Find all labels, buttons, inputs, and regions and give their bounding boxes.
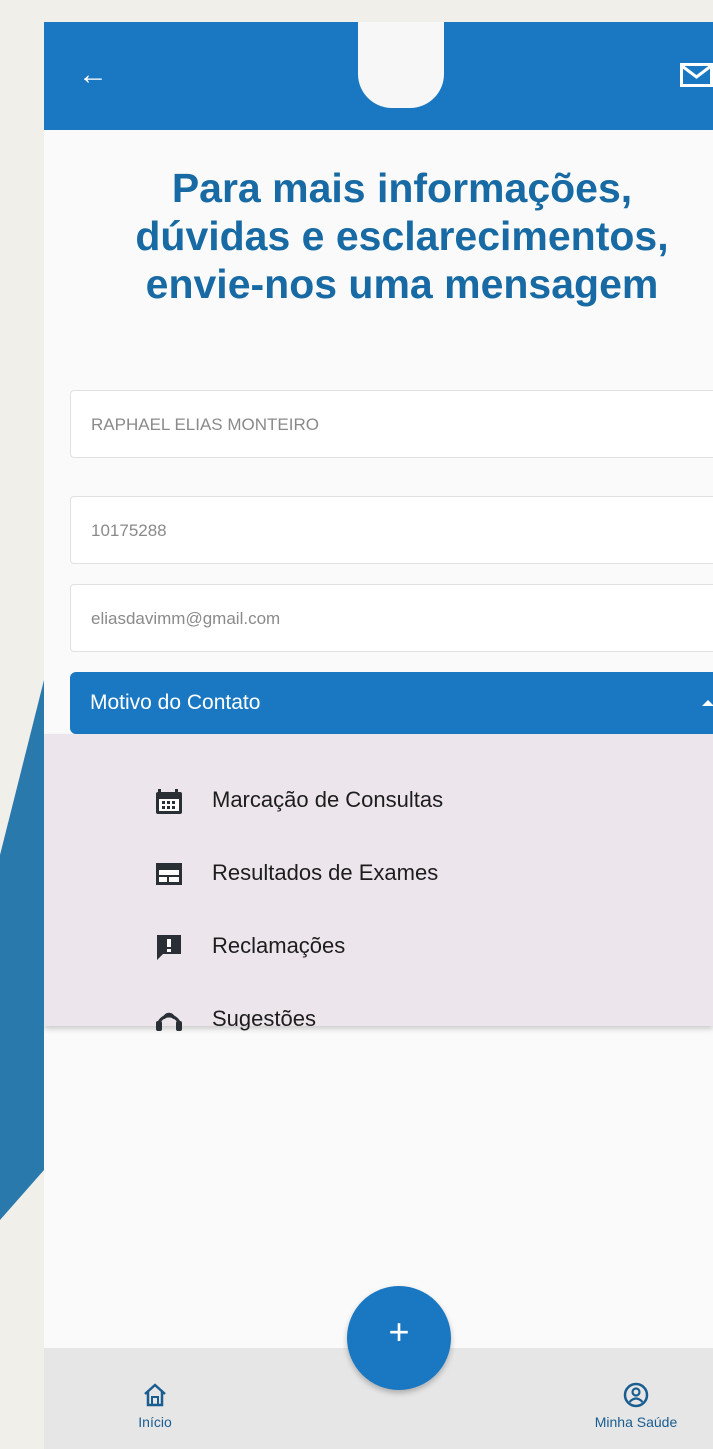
menu-item-label: Reclamações xyxy=(212,933,346,958)
email-input[interactable] xyxy=(89,585,693,653)
add-button[interactable]: + xyxy=(347,1286,451,1390)
email-field[interactable] xyxy=(70,584,713,653)
camera-notch xyxy=(358,22,444,108)
title-line-1: Para mais informações, xyxy=(171,165,633,211)
id-field[interactable] xyxy=(70,496,713,565)
arrow-left-icon: ← xyxy=(78,58,108,91)
contact-reason-dropdown[interactable]: Motivo do Contato xyxy=(70,672,713,734)
nav-item-minha-saude[interactable]: Minha Saúde xyxy=(572,1382,700,1430)
mail-icon xyxy=(680,63,713,87)
caret-up-icon xyxy=(702,700,713,706)
dropdown-menu: Marcação de Consultas Resultados de Exam… xyxy=(44,734,713,1031)
phone-screen: ← Para mais informações, dúvidas e escla… xyxy=(44,22,713,1449)
menu-item-marcacao-consultas[interactable]: Marcação de Consultas xyxy=(154,779,674,819)
support-icon xyxy=(156,1012,182,1031)
mail-button[interactable] xyxy=(680,63,713,92)
table-icon xyxy=(156,863,182,885)
nav-label-inicio: Início xyxy=(138,1414,172,1430)
page-title: Para mais informações, dúvidas e esclare… xyxy=(44,164,713,308)
home-icon xyxy=(144,1383,166,1407)
dropdown-label: Motivo do Contato xyxy=(90,691,261,714)
calendar-icon xyxy=(156,789,182,814)
menu-item-label: Marcação de Consultas xyxy=(212,787,444,812)
name-input[interactable] xyxy=(89,391,693,459)
alert-message-icon xyxy=(157,935,181,960)
back-button[interactable]: ← xyxy=(78,60,108,90)
name-field[interactable] xyxy=(70,390,713,459)
menu-item-sugestoes[interactable]: Sugestões xyxy=(154,998,674,1038)
menu-item-reclamacoes[interactable]: Reclamações xyxy=(154,925,674,965)
user-circle-icon xyxy=(623,1382,649,1408)
menu-item-resultados-exames[interactable]: Resultados de Exames xyxy=(154,852,674,892)
plus-icon: + xyxy=(388,1311,410,1352)
menu-item-label: Resultados de Exames xyxy=(212,860,439,885)
nav-label-minha-saude: Minha Saúde xyxy=(594,1414,678,1430)
id-input[interactable] xyxy=(89,497,693,565)
title-line-2: dúvidas e esclarecimentos, xyxy=(135,213,669,259)
nav-item-inicio[interactable]: Início xyxy=(110,1382,200,1430)
menu-item-label: Sugestões xyxy=(212,1006,316,1031)
title-line-3: envie-nos uma mensagem xyxy=(145,261,659,307)
